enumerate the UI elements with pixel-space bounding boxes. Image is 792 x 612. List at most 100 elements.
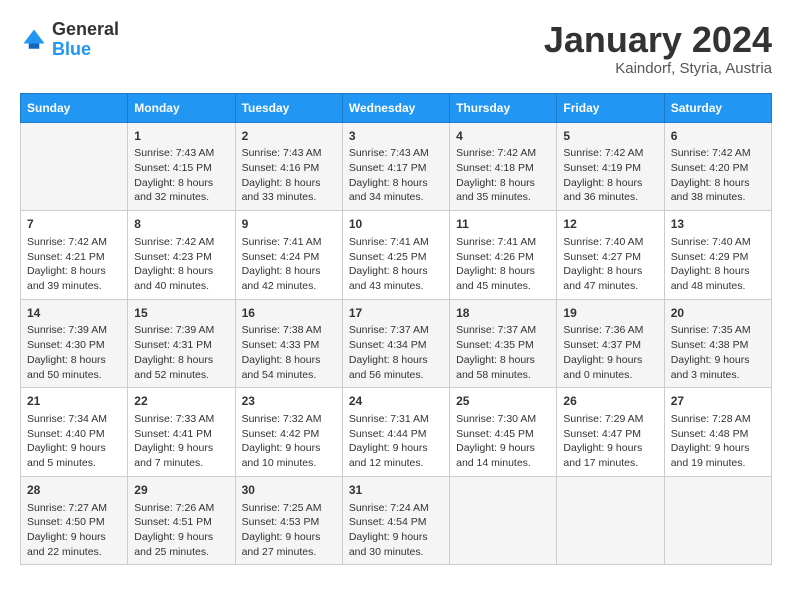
logo: General Blue xyxy=(20,20,119,60)
day-info: Sunrise: 7:31 AMSunset: 4:44 PMDaylight:… xyxy=(349,412,443,471)
day-number: 29 xyxy=(134,482,228,499)
day-number: 12 xyxy=(563,216,657,233)
day-number: 24 xyxy=(349,393,443,410)
day-number: 17 xyxy=(349,305,443,322)
header-thursday: Thursday xyxy=(450,93,557,122)
day-number: 18 xyxy=(456,305,550,322)
day-number: 27 xyxy=(671,393,765,410)
day-info: Sunrise: 7:28 AMSunset: 4:48 PMDaylight:… xyxy=(671,412,765,471)
logo-text: General Blue xyxy=(52,20,119,60)
calendar-cell: 6Sunrise: 7:42 AMSunset: 4:20 PMDaylight… xyxy=(664,122,771,211)
calendar-cell: 3Sunrise: 7:43 AMSunset: 4:17 PMDaylight… xyxy=(342,122,449,211)
calendar-cell: 26 Sunrise: 7:29 AMSunset: 4:47 PMDayligh… xyxy=(557,388,664,477)
calendar-cell: 15Sunrise: 7:39 AMSunset: 4:31 PMDayligh… xyxy=(128,299,235,388)
day-number: 6 xyxy=(671,128,765,145)
day-info: Sunrise: 7:42 AMSunset: 4:19 PMDaylight:… xyxy=(563,146,657,205)
day-number: 31 xyxy=(349,482,443,499)
header-monday: Monday xyxy=(128,93,235,122)
day-info: Sunrise: 7:42 AMSunset: 4:23 PMDaylight:… xyxy=(134,235,228,294)
day-number: 25 xyxy=(456,393,550,410)
day-info: Sunrise: 7:39 AMSunset: 4:31 PMDaylight:… xyxy=(134,323,228,382)
calendar-title: January 2024 xyxy=(544,20,772,60)
day-info: Sunrise: 7:32 AMSunset: 4:42 PMDaylight:… xyxy=(242,412,336,471)
calendar-cell: 31 Sunrise: 7:24 AMSunset: 4:54 PMDayligh… xyxy=(342,476,449,565)
calendar-cell: 1Sunrise: 7:43 AMSunset: 4:15 PMDaylight… xyxy=(128,122,235,211)
calendar-cell xyxy=(21,122,128,211)
calendar-cell: 9 Sunrise: 7:41 AMSunset: 4:24 PMDaylight… xyxy=(235,211,342,300)
day-number: 8 xyxy=(134,216,228,233)
day-info: Sunrise: 7:26 AMSunset: 4:51 PMDaylight:… xyxy=(134,501,228,560)
header-row: Sunday Monday Tuesday Wednesday Thursday… xyxy=(21,93,772,122)
calendar-cell: 30Sunrise: 7:25 AMSunset: 4:53 PMDayligh… xyxy=(235,476,342,565)
logo-line2: Blue xyxy=(52,40,119,60)
day-number: 1 xyxy=(134,128,228,145)
day-info: Sunrise: 7:43 AMSunset: 4:16 PMDaylight:… xyxy=(242,146,336,205)
day-info: Sunrise: 7:42 AMSunset: 4:18 PMDaylight:… xyxy=(456,146,550,205)
calendar-week-3: 21 Sunrise: 7:34 AMSunset: 4:40 PMDayligh… xyxy=(21,388,772,477)
day-number: 10 xyxy=(349,216,443,233)
calendar-header: Sunday Monday Tuesday Wednesday Thursday… xyxy=(21,93,772,122)
day-number: 26 xyxy=(563,393,657,410)
day-number: 23 xyxy=(242,393,336,410)
day-number: 4 xyxy=(456,128,550,145)
day-number: 5 xyxy=(563,128,657,145)
calendar-cell: 29 Sunrise: 7:26 AMSunset: 4:51 PMDayligh… xyxy=(128,476,235,565)
day-info: Sunrise: 7:42 AMSunset: 4:20 PMDaylight:… xyxy=(671,146,765,205)
calendar-cell xyxy=(450,476,557,565)
day-info: Sunrise: 7:30 AMSunset: 4:45 PMDaylight:… xyxy=(456,412,550,471)
day-number: 13 xyxy=(671,216,765,233)
logo-line1: General xyxy=(52,20,119,40)
day-number: 2 xyxy=(242,128,336,145)
calendar-cell: 27 Sunrise: 7:28 AMSunset: 4:48 PMDayligh… xyxy=(664,388,771,477)
day-info: Sunrise: 7:41 AMSunset: 4:26 PMDaylight:… xyxy=(456,235,550,294)
calendar-cell: 24 Sunrise: 7:31 AMSunset: 4:44 PMDayligh… xyxy=(342,388,449,477)
day-number: 15 xyxy=(134,305,228,322)
day-info: Sunrise: 7:42 AMSunset: 4:21 PMDaylight:… xyxy=(27,235,121,294)
calendar-week-4: 28 Sunrise: 7:27 AMSunset: 4:50 PMDayligh… xyxy=(21,476,772,565)
day-number: 3 xyxy=(349,128,443,145)
header-tuesday: Tuesday xyxy=(235,93,342,122)
calendar-cell: 28 Sunrise: 7:27 AMSunset: 4:50 PMDayligh… xyxy=(21,476,128,565)
day-number: 20 xyxy=(671,305,765,322)
day-info: Sunrise: 7:43 AMSunset: 4:15 PMDaylight:… xyxy=(134,146,228,205)
calendar-table: Sunday Monday Tuesday Wednesday Thursday… xyxy=(20,93,772,566)
day-info: Sunrise: 7:29 AMSunset: 4:47 PMDaylight:… xyxy=(563,412,657,471)
calendar-cell: 22Sunrise: 7:33 AMSunset: 4:41 PMDayligh… xyxy=(128,388,235,477)
day-info: Sunrise: 7:35 AMSunset: 4:38 PMDaylight:… xyxy=(671,323,765,382)
day-info: Sunrise: 7:38 AMSunset: 4:33 PMDaylight:… xyxy=(242,323,336,382)
calendar-cell: 13Sunrise: 7:40 AMSunset: 4:29 PMDayligh… xyxy=(664,211,771,300)
calendar-cell xyxy=(557,476,664,565)
day-info: Sunrise: 7:37 AMSunset: 4:34 PMDaylight:… xyxy=(349,323,443,382)
calendar-cell: 2Sunrise: 7:43 AMSunset: 4:16 PMDaylight… xyxy=(235,122,342,211)
header-sunday: Sunday xyxy=(21,93,128,122)
day-number: 11 xyxy=(456,216,550,233)
calendar-cell: 7 Sunrise: 7:42 AMSunset: 4:21 PMDaylight… xyxy=(21,211,128,300)
day-info: Sunrise: 7:37 AMSunset: 4:35 PMDaylight:… xyxy=(456,323,550,382)
day-number: 28 xyxy=(27,482,121,499)
header-wednesday: Wednesday xyxy=(342,93,449,122)
day-info: Sunrise: 7:27 AMSunset: 4:50 PMDaylight:… xyxy=(27,501,121,560)
day-number: 7 xyxy=(27,216,121,233)
header-saturday: Saturday xyxy=(664,93,771,122)
day-info: Sunrise: 7:43 AMSunset: 4:17 PMDaylight:… xyxy=(349,146,443,205)
day-number: 9 xyxy=(242,216,336,233)
calendar-cell: 21 Sunrise: 7:34 AMSunset: 4:40 PMDayligh… xyxy=(21,388,128,477)
day-info: Sunrise: 7:39 AMSunset: 4:30 PMDaylight:… xyxy=(27,323,121,382)
day-info: Sunrise: 7:34 AMSunset: 4:40 PMDaylight:… xyxy=(27,412,121,471)
calendar-week-1: 7 Sunrise: 7:42 AMSunset: 4:21 PMDaylight… xyxy=(21,211,772,300)
calendar-cell: 16Sunrise: 7:38 AMSunset: 4:33 PMDayligh… xyxy=(235,299,342,388)
calendar-cell: 19Sunrise: 7:36 AMSunset: 4:37 PMDayligh… xyxy=(557,299,664,388)
calendar-cell: 5Sunrise: 7:42 AMSunset: 4:19 PMDaylight… xyxy=(557,122,664,211)
page-header: General Blue January 2024 Kaindorf, Styr… xyxy=(20,20,772,77)
day-number: 16 xyxy=(242,305,336,322)
calendar-cell: 25 Sunrise: 7:30 AMSunset: 4:45 PMDayligh… xyxy=(450,388,557,477)
calendar-cell: 20Sunrise: 7:35 AMSunset: 4:38 PMDayligh… xyxy=(664,299,771,388)
calendar-cell xyxy=(664,476,771,565)
day-info: Sunrise: 7:24 AMSunset: 4:54 PMDaylight:… xyxy=(349,501,443,560)
day-info: Sunrise: 7:41 AMSunset: 4:24 PMDaylight:… xyxy=(242,235,336,294)
day-info: Sunrise: 7:36 AMSunset: 4:37 PMDaylight:… xyxy=(563,323,657,382)
day-number: 21 xyxy=(27,393,121,410)
day-number: 14 xyxy=(27,305,121,322)
calendar-body: 1Sunrise: 7:43 AMSunset: 4:15 PMDaylight… xyxy=(21,122,772,565)
calendar-cell: 14Sunrise: 7:39 AMSunset: 4:30 PMDayligh… xyxy=(21,299,128,388)
